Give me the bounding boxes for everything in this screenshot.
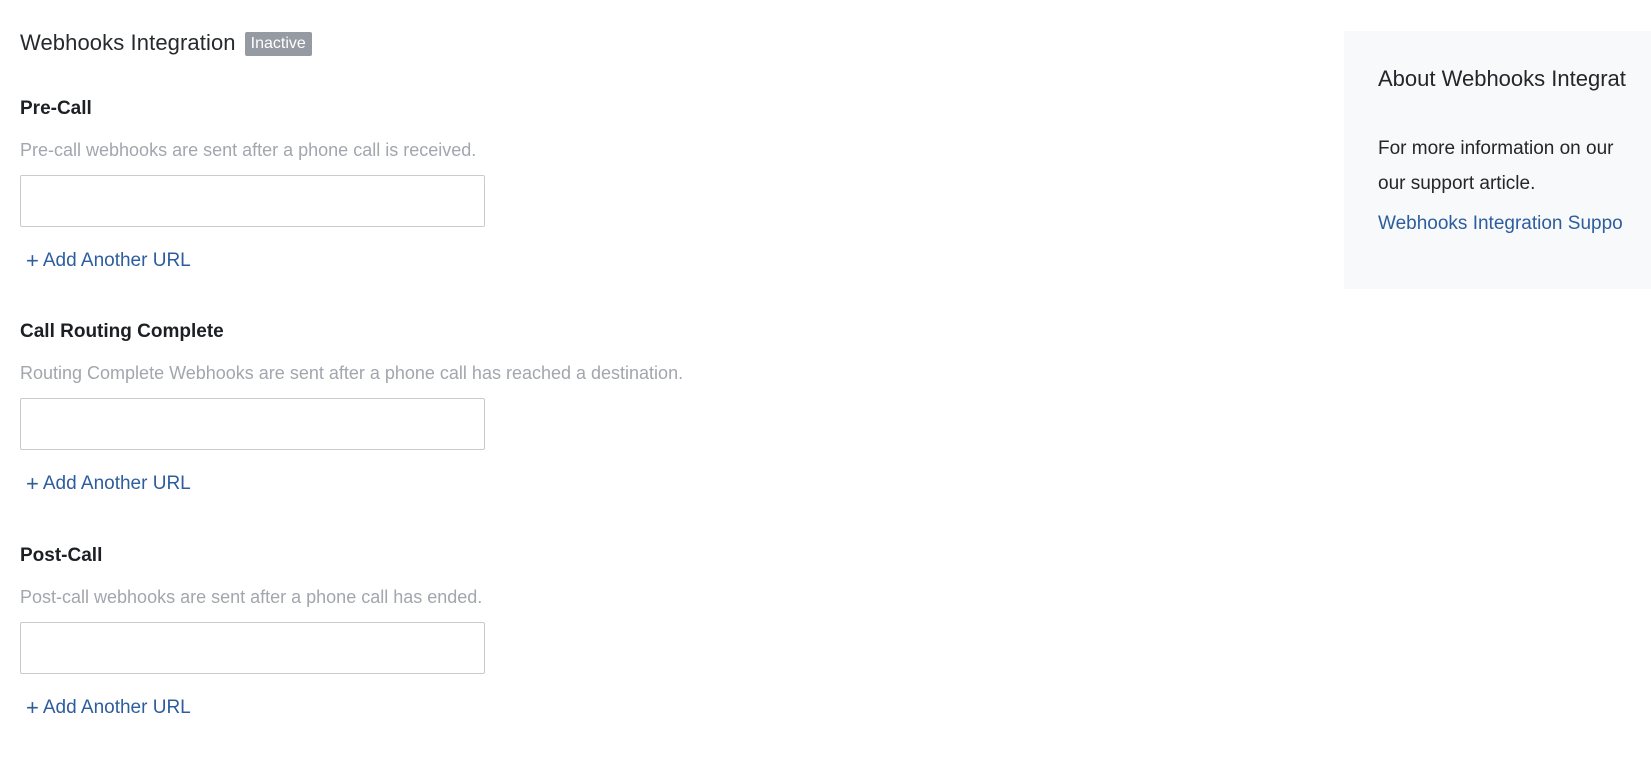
sidebar-title: About Webhooks Integrat <box>1378 66 1626 91</box>
call-routing-complete-url-input[interactable] <box>20 398 485 450</box>
section-title: Pre-Call <box>20 98 92 119</box>
section-pre-call: Pre-Call Pre-call webhooks are sent afte… <box>20 97 820 273</box>
section-description: Pre-call webhooks are sent after a phone… <box>20 140 477 160</box>
plus-icon: + <box>26 471 39 496</box>
pre-call-url-input[interactable] <box>20 175 485 227</box>
section-description: Post-call webhooks are sent after a phon… <box>20 587 483 607</box>
add-another-url-button[interactable]: + Add Another URL <box>26 472 191 496</box>
add-another-url-label: Add Another URL <box>42 250 191 271</box>
page-title: Webhooks Integration <box>20 30 236 55</box>
plus-icon: + <box>26 695 39 720</box>
section-description: Routing Complete Webhooks are sent after… <box>20 363 684 383</box>
add-another-url-label: Add Another URL <box>42 697 191 718</box>
section-title: Call Routing Complete <box>20 321 224 342</box>
post-call-url-input[interactable] <box>20 622 485 674</box>
status-badge: Inactive <box>244 32 312 56</box>
sidebar-description-line: For more information on our <box>1378 138 1614 159</box>
section-call-routing-complete: Call Routing Complete Routing Complete W… <box>20 320 820 496</box>
plus-icon: + <box>26 248 39 273</box>
sidebar-description-line: our support article. <box>1378 173 1536 194</box>
add-another-url-button[interactable]: + Add Another URL <box>26 696 191 720</box>
add-another-url-label: Add Another URL <box>42 473 191 494</box>
about-sidebar: About Webhooks Integrat For more informa… <box>1344 31 1651 289</box>
sidebar-description: For more information on our our support … <box>1378 131 1651 201</box>
page-header: Webhooks Integration Inactive <box>20 30 312 56</box>
section-title: Post-Call <box>20 545 103 566</box>
add-another-url-button[interactable]: + Add Another URL <box>26 249 191 273</box>
section-post-call: Post-Call Post-call webhooks are sent af… <box>20 544 820 720</box>
support-article-link[interactable]: Webhooks Integration Suppo <box>1378 213 1651 235</box>
